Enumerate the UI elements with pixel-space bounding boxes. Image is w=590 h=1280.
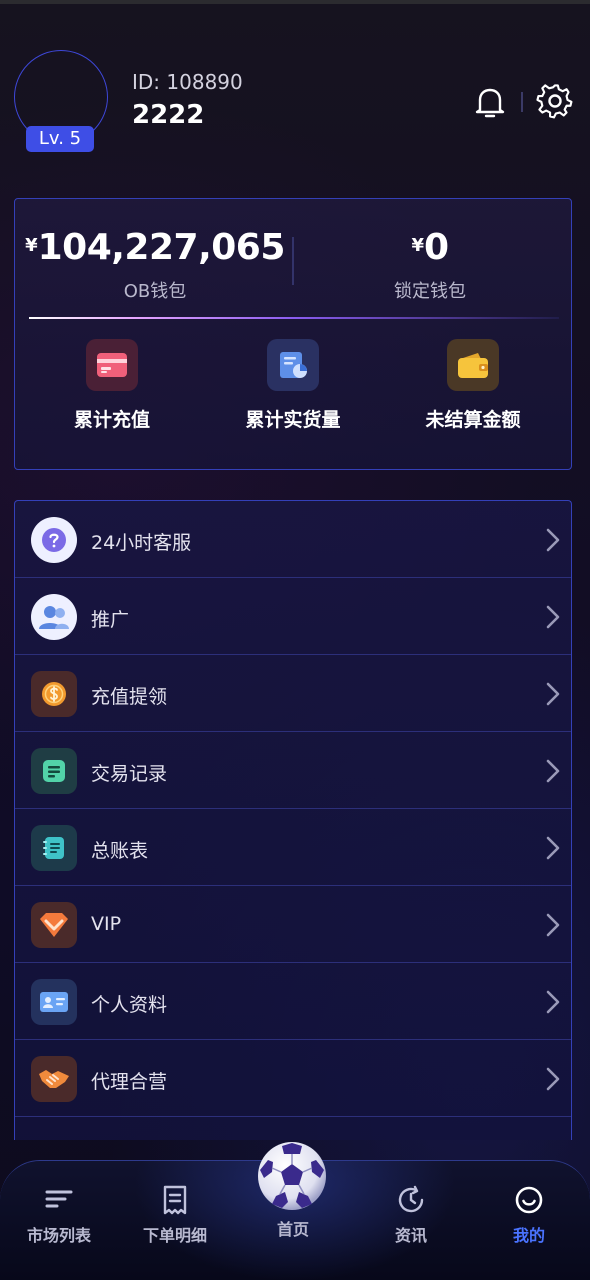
locked-balance: ¥0: [305, 227, 555, 268]
menu-item-vip[interactable]: VIP: [15, 886, 571, 963]
report-chart-icon: [267, 339, 319, 391]
user-name: 2222: [132, 100, 205, 130]
ob-balance: ¥104,227,065: [15, 227, 295, 268]
menu-item-ledger[interactable]: 总账表: [15, 809, 571, 886]
currency-symbol: ¥: [411, 235, 424, 256]
ob-wallet-label: OB钱包: [123, 281, 187, 302]
menu-item-label: VIP: [91, 913, 122, 935]
tab-mine[interactable]: 我的: [470, 1184, 588, 1246]
chevron-right-icon: [546, 605, 560, 629]
user-id: ID: 108890: [132, 70, 243, 94]
ledger-icon: [31, 825, 77, 871]
chevron-right-icon: [546, 528, 560, 552]
stat-total-volume[interactable]: 累计实货量: [203, 339, 383, 432]
menu-item-promotion[interactable]: 推广: [15, 578, 571, 655]
header-divider: [521, 92, 523, 112]
menu-item-label: 代理合营: [91, 1071, 168, 1093]
wallet-icon: [447, 339, 499, 391]
stat-label: 累计充值: [73, 409, 150, 431]
tab-label: 市场列表: [26, 1226, 91, 1245]
menu-item-label: 24小时客服: [91, 532, 192, 554]
chevron-right-icon: [546, 990, 560, 1014]
tab-label: 资讯: [394, 1226, 427, 1245]
stat-label: 未结算金额: [425, 409, 521, 431]
gradient-divider: [29, 317, 559, 319]
vip-diamond-icon: [31, 902, 77, 948]
stat-unsettled-amount[interactable]: 未结算金额: [383, 339, 563, 432]
menu-list: 24小时客服 推广 充值提领 交易记录 总账表 VIP 个人资料 代理合营: [14, 500, 572, 1140]
chevron-right-icon: [546, 682, 560, 706]
tab-order-details[interactable]: 下单明细: [116, 1184, 234, 1246]
soccer-ball-icon[interactable]: [256, 1140, 328, 1212]
menu-item-label: 交易记录: [91, 763, 168, 785]
menu-item-customer-service[interactable]: 24小时客服: [15, 501, 571, 578]
tab-label: 下单明细: [142, 1226, 207, 1245]
level-badge: Lv. 5: [26, 126, 94, 152]
stat-label: 累计实货量: [245, 409, 341, 431]
handshake-icon: [31, 1056, 77, 1102]
tab-label: 我的: [512, 1226, 545, 1245]
card-icon: [86, 339, 138, 391]
chevron-right-icon: [546, 759, 560, 783]
ob-balance-value: 104,227,065: [37, 227, 286, 268]
menu-item-label: 充值提领: [91, 686, 168, 708]
tab-news[interactable]: 资讯: [352, 1184, 470, 1246]
tab-home[interactable]: 首页: [234, 1214, 352, 1240]
balance-divider: [292, 237, 294, 285]
locked-wallet-label: 锁定钱包: [394, 281, 466, 302]
currency-symbol: ¥: [25, 235, 38, 256]
menu-item-agency[interactable]: 代理合营: [15, 1040, 571, 1117]
menu-item-label: 个人资料: [91, 994, 168, 1016]
smile-icon: [515, 1186, 543, 1214]
record-icon: [31, 748, 77, 794]
menu-item-transaction-records[interactable]: 交易记录: [15, 732, 571, 809]
clock-refresh-icon: [398, 1185, 424, 1213]
users-icon: [31, 594, 77, 640]
gear-icon[interactable]: [536, 82, 574, 120]
status-strip: [0, 0, 590, 4]
wallet-card: ¥104,227,065 OB钱包 ¥0 锁定钱包 累计充值 累计实货量 未结算…: [14, 198, 572, 470]
stat-total-deposit[interactable]: 累计充值: [22, 339, 202, 432]
receipt-icon: [163, 1185, 187, 1215]
tab-market-list[interactable]: 市场列表: [0, 1184, 118, 1246]
question-icon: [31, 517, 77, 563]
menu-item-deposit-withdraw[interactable]: 充值提领: [15, 655, 571, 732]
tab-label: 首页: [276, 1220, 309, 1239]
chevron-right-icon: [546, 836, 560, 860]
locked-balance-value: 0: [423, 227, 449, 268]
chevron-right-icon: [546, 1067, 560, 1091]
list-icon: [45, 1190, 73, 1208]
coin-icon: [31, 671, 77, 717]
menu-item-profile[interactable]: 个人资料: [15, 963, 571, 1040]
chevron-right-icon: [546, 913, 560, 937]
id-card-icon: [31, 979, 77, 1025]
menu-item-label: 总账表: [91, 840, 149, 862]
bell-icon[interactable]: [472, 84, 508, 120]
menu-item-label: 推广: [91, 609, 130, 631]
